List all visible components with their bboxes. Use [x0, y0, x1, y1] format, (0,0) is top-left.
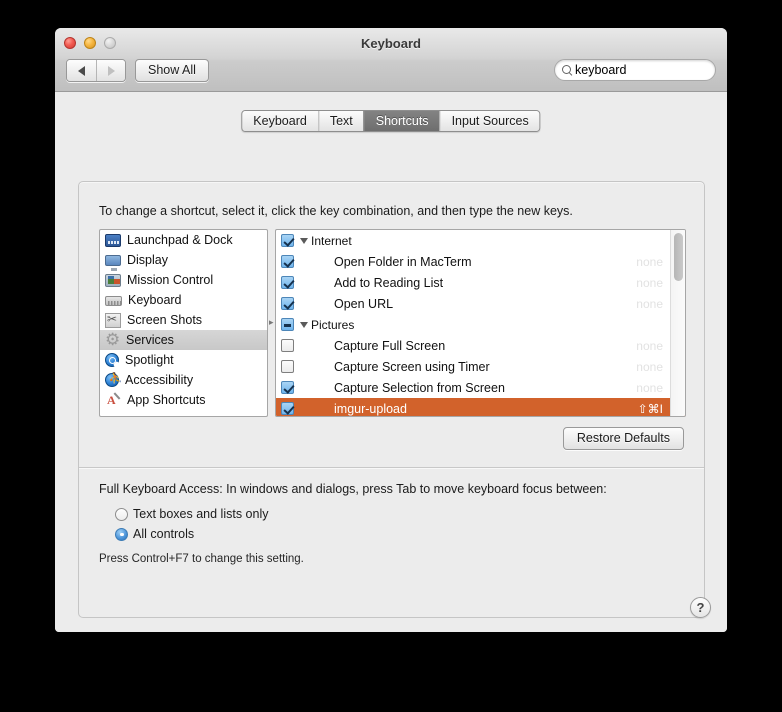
launchpad-icon	[105, 234, 121, 247]
item-shortcut[interactable]: none	[636, 381, 663, 395]
item-shortcut[interactable]: none	[636, 255, 663, 269]
search-input[interactable]	[575, 63, 727, 77]
shortcut-category-list[interactable]: Launchpad & Dock Display Mission Control…	[99, 229, 268, 417]
sidebar-item-label: Accessibility	[125, 373, 194, 387]
sidebar-item-label: Services	[126, 333, 174, 347]
scrollbar-thumb[interactable]	[674, 233, 683, 281]
list-item-row[interactable]: Open Folder in MacTerm none	[276, 251, 685, 272]
screenshots-icon	[105, 312, 121, 328]
sidebar-item-label: Keyboard	[128, 293, 182, 307]
app-shortcuts-icon	[105, 393, 121, 408]
sidebar-item-app-shortcuts[interactable]: App Shortcuts	[100, 390, 267, 410]
group-checkbox[interactable]	[281, 318, 294, 331]
keyboard-icon	[105, 296, 122, 306]
spotlight-icon	[105, 353, 119, 367]
list-group-row[interactable]: Pictures	[276, 314, 685, 335]
item-label: Open URL	[334, 296, 394, 311]
group-label: Internet	[311, 233, 352, 248]
list-resize-handle[interactable]: ▸	[269, 317, 274, 328]
window-titlebar: Keyboard Show All ✕	[55, 28, 727, 92]
disclosure-triangle-icon[interactable]	[300, 237, 308, 244]
tab-shortcuts[interactable]: Shortcuts	[363, 111, 440, 131]
radio-label: All controls	[133, 527, 195, 541]
sidebar-item-spotlight[interactable]: Spotlight	[100, 350, 267, 370]
services-gear-icon	[105, 330, 120, 350]
radio-all-controls[interactable]: All controls	[115, 527, 194, 541]
radio-text-boxes-and-lists-only[interactable]: Text boxes and lists only	[115, 507, 269, 521]
radio-button-icon[interactable]	[115, 507, 128, 521]
item-checkbox[interactable]	[281, 381, 294, 394]
item-label: Open Folder in MacTerm	[334, 254, 472, 269]
sidebar-item-accessibility[interactable]: Accessibility	[100, 370, 267, 390]
mission-control-icon	[105, 274, 121, 287]
list-item-row[interactable]: Capture Full Screen none	[276, 335, 685, 356]
services-shortcut-list[interactable]: Internet Open Folder in MacTerm none Add…	[275, 229, 686, 417]
sidebar-item-label: Display	[127, 253, 168, 267]
item-checkbox[interactable]	[281, 360, 294, 373]
disclosure-triangle-icon[interactable]	[300, 321, 308, 328]
instruction-text: To change a shortcut, select it, click t…	[99, 204, 573, 218]
sidebar-item-screen-shots[interactable]: Screen Shots	[100, 310, 267, 330]
list-item-row-selected[interactable]: imgur-upload ⇧⌘I	[276, 398, 685, 416]
full-keyboard-access-label: Full Keyboard Access: In windows and dia…	[99, 482, 607, 496]
sidebar-item-mission-control[interactable]: Mission Control	[100, 270, 267, 290]
item-shortcut[interactable]: none	[636, 360, 663, 374]
sidebar-item-label: Launchpad & Dock	[127, 233, 233, 247]
setting-hint-text: Press Control+F7 to change this setting.	[99, 553, 304, 565]
sidebar-item-keyboard[interactable]: Keyboard	[100, 290, 267, 310]
radio-label: Text boxes and lists only	[133, 507, 269, 521]
window-content: Keyboard Text Shortcuts Input Sources To…	[55, 92, 727, 632]
show-all-button[interactable]: Show All	[135, 59, 209, 82]
item-label: Add to Reading List	[334, 275, 444, 290]
list-item-row[interactable]: Capture Screen using Timer none	[276, 356, 685, 377]
item-checkbox[interactable]	[281, 297, 294, 310]
forward-arrow-icon	[107, 65, 115, 76]
item-checkbox[interactable]	[281, 402, 294, 415]
item-checkbox[interactable]	[281, 339, 294, 352]
group-label: Pictures	[311, 317, 355, 332]
list-item-row[interactable]: Add to Reading List none	[276, 272, 685, 293]
item-shortcut[interactable]: none	[636, 297, 663, 311]
sidebar-item-label: Screen Shots	[127, 313, 203, 327]
window-title: Keyboard	[361, 36, 421, 51]
back-arrow-icon	[78, 65, 85, 76]
item-shortcut[interactable]: none	[636, 339, 663, 353]
sidebar-item-services[interactable]: Services	[100, 330, 267, 350]
item-label: Capture Full Screen	[334, 338, 446, 353]
group-checkbox[interactable]	[281, 234, 294, 247]
help-button[interactable]: ?	[690, 597, 711, 618]
item-checkbox[interactable]	[281, 255, 294, 268]
item-label: imgur-upload	[334, 401, 407, 416]
list-scrollbar[interactable]	[670, 230, 685, 416]
item-shortcut[interactable]: none	[636, 276, 663, 290]
item-label: Capture Screen using Timer	[334, 359, 490, 374]
radio-button-icon[interactable]	[115, 527, 128, 541]
sidebar-item-launchpad-and-dock[interactable]: Launchpad & Dock	[100, 230, 267, 250]
sidebar-item-display[interactable]: Display	[100, 250, 267, 271]
shortcuts-panel: To change a shortcut, select it, click t…	[78, 181, 705, 618]
sidebar-item-label: Spotlight	[125, 353, 174, 367]
forward-button[interactable]	[96, 60, 125, 81]
list-item-row[interactable]: Open URL none	[276, 293, 685, 314]
item-shortcut[interactable]: ⇧⌘I	[638, 402, 663, 416]
keyboard-preferences-window: Keyboard Show All ✕ Keyboard Text Shortc…	[55, 28, 727, 632]
section-divider	[79, 467, 704, 468]
item-label: Capture Selection from Screen	[334, 380, 505, 395]
item-checkbox[interactable]	[281, 276, 294, 289]
navigation-buttons	[66, 59, 126, 82]
restore-defaults-button[interactable]: Restore Defaults	[562, 427, 684, 450]
search-icon	[562, 64, 573, 76]
tab-bar: Keyboard Text Shortcuts Input Sources	[241, 110, 541, 132]
tab-input-sources[interactable]: Input Sources	[439, 111, 540, 131]
tab-text[interactable]: Text	[317, 111, 364, 131]
tab-keyboard[interactable]: Keyboard	[242, 111, 318, 131]
back-button[interactable]	[67, 60, 96, 81]
display-icon	[105, 255, 121, 271]
search-field[interactable]: ✕	[554, 59, 727, 81]
accessibility-icon	[105, 372, 122, 387]
sidebar-item-label: Mission Control	[127, 273, 214, 287]
list-group-row[interactable]: Internet	[276, 230, 685, 251]
list-item-row[interactable]: Capture Selection from Screen none	[276, 377, 685, 398]
sidebar-item-label: App Shortcuts	[127, 393, 206, 407]
